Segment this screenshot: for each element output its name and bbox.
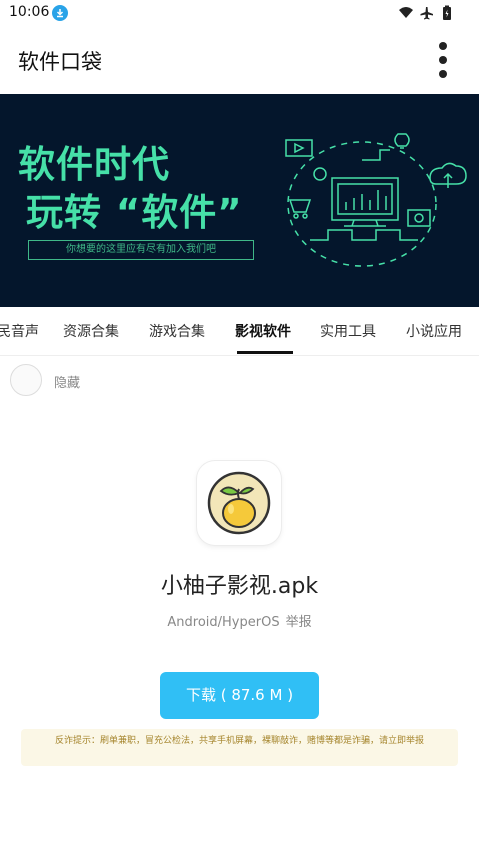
anti-fraud-notice: 反诈提示：刷单兼职，冒充公检法，共享手机屏幕，裸聊敲诈，赌博等都是诈骗，请立即举…	[21, 729, 458, 766]
promo-banner[interactable]: 软件时代 玩转 “软件” 你想要的这里应有尽有加入我们吧	[0, 94, 479, 307]
tech-illustration-icon	[285, 133, 467, 267]
app-title: 软件口袋	[18, 50, 102, 74]
tab-music[interactable]: 民音声	[0, 321, 39, 341]
tab-game-collection[interactable]: 游戏合集	[149, 321, 205, 341]
status-icons	[397, 5, 457, 25]
download-button[interactable]: 下载 ( 87.6 M )	[160, 672, 319, 719]
category-tabs: 民音声 资源合集 游戏合集 影视软件 实用工具 小说应用	[0, 307, 479, 356]
hide-toggle[interactable]	[10, 364, 42, 396]
hide-label: 隐藏	[54, 376, 81, 391]
airplane-icon	[420, 7, 433, 20]
banner-headline-2: 玩转 “软件”	[26, 191, 243, 234]
app-icon	[197, 461, 281, 545]
status-bar: 10:06	[0, 0, 479, 26]
battery-icon	[443, 5, 451, 20]
wifi-icon	[399, 7, 413, 18]
banner-slogan: 你想要的这里应有尽有加入我们吧	[28, 240, 254, 260]
citrus-fruit-icon	[207, 471, 271, 535]
status-time: 10:06	[9, 4, 50, 20]
banner-headline-1: 软件时代	[18, 143, 170, 186]
tab-utility-tools[interactable]: 实用工具	[320, 321, 376, 341]
tab-resource-collection[interactable]: 资源合集	[63, 321, 119, 341]
app-platform: Android/HyperOS	[167, 615, 280, 630]
tab-video-apps[interactable]: 影视软件	[235, 321, 291, 341]
app-meta: Android/HyperOS 举报	[0, 611, 479, 630]
active-tab-indicator	[237, 351, 293, 354]
report-link[interactable]: 举报	[286, 615, 312, 630]
download-notification-icon	[52, 5, 68, 21]
app-bar: 软件口袋	[0, 26, 479, 94]
more-options-icon[interactable]	[433, 42, 453, 78]
app-file-name: 小柚子影视.apk	[160, 574, 319, 599]
tab-novel-apps[interactable]: 小说应用	[406, 321, 462, 341]
